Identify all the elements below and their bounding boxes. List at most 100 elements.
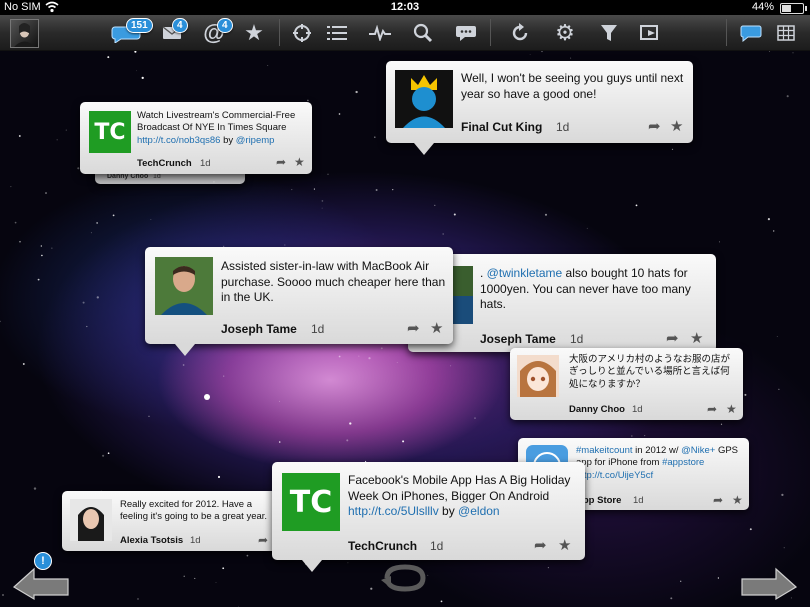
star bbox=[194, 577, 196, 579]
tweet-bubble-techcrunch-livestream[interactable]: TC Watch Livestream's Commercial-Free Br… bbox=[80, 102, 312, 174]
tweet-author: Joseph Tame bbox=[480, 332, 556, 346]
bubble-tail bbox=[175, 344, 195, 356]
tweet-mention[interactable]: @Nike+ bbox=[681, 445, 715, 456]
star bbox=[112, 214, 115, 217]
battery-percent: 44% bbox=[751, 1, 774, 13]
favorite-star-icon[interactable]: ★ bbox=[670, 117, 683, 135]
tweet-link[interactable]: http://t.co/UijeY5cf bbox=[576, 470, 653, 481]
nearby-button[interactable] bbox=[286, 15, 318, 50]
star bbox=[45, 192, 47, 194]
tweet-time: 1d bbox=[153, 173, 161, 180]
star bbox=[137, 598, 139, 600]
star bbox=[744, 393, 747, 396]
grid-view-icon bbox=[777, 24, 795, 41]
star bbox=[141, 76, 144, 80]
conversations-button[interactable] bbox=[450, 15, 482, 50]
favorite-star-icon[interactable]: ★ bbox=[430, 319, 443, 337]
alert-badge[interactable]: ! bbox=[34, 552, 52, 570]
tweet-hashtag[interactable]: #appstore bbox=[662, 457, 704, 468]
star bbox=[717, 577, 720, 579]
clock: 12:03 bbox=[390, 1, 420, 13]
retweet-icon[interactable]: ➦ bbox=[534, 536, 547, 554]
star bbox=[2, 594, 4, 596]
star bbox=[223, 375, 225, 377]
rotate-view-button[interactable] bbox=[379, 562, 431, 594]
retweet-icon[interactable]: ➦ bbox=[407, 319, 420, 337]
star bbox=[396, 362, 398, 363]
tweet-bubble-joseph-tame-2[interactable]: . @twinkletame also bought 10 hats for 1… bbox=[408, 254, 716, 352]
tweet-bubble-final-cut-king[interactable]: Well, I won't be seeing you guys until n… bbox=[386, 61, 693, 155]
retweet-icon[interactable]: ➦ bbox=[276, 155, 286, 169]
bubble-view-button[interactable] bbox=[735, 15, 767, 50]
star bbox=[670, 597, 673, 600]
star bbox=[37, 278, 40, 281]
star bbox=[529, 53, 531, 55]
tweet-time: 1d bbox=[200, 158, 211, 169]
tweet-text: Facebook's Mobile App Has A Big Holiday … bbox=[348, 473, 571, 519]
tweet-bubble-alexia-tsotsis[interactable]: Really excited for 2012. Have a feeling … bbox=[62, 491, 292, 551]
tweet-mention[interactable]: @eldon bbox=[458, 504, 500, 518]
older-arrow-button[interactable] bbox=[12, 565, 70, 601]
tweet-link[interactable]: http://t.co/nob3qs86 bbox=[137, 135, 220, 146]
search-icon bbox=[413, 23, 433, 42]
tweet-author: Danny Choo bbox=[107, 173, 149, 180]
star bbox=[51, 247, 53, 249]
compose-button[interactable] bbox=[635, 15, 667, 50]
profile-avatar[interactable] bbox=[10, 19, 39, 48]
search-button[interactable] bbox=[407, 15, 439, 50]
retweet-icon[interactable]: ➦ bbox=[258, 533, 268, 547]
activity-icon bbox=[369, 24, 391, 41]
tweet-text: 大阪のアメリカ村のようなお服の店が ぎっしりと並んでいる場所と言えば何処になりま… bbox=[569, 354, 731, 390]
tweet-bubble-joseph-tame-1[interactable]: Assisted sister-in-law with MacBook Air … bbox=[145, 247, 453, 356]
star bbox=[547, 567, 549, 569]
tweet-mention[interactable]: @ripemp bbox=[236, 135, 275, 146]
tweet-link[interactable]: http://t.co/5Ulslllv bbox=[348, 504, 439, 518]
retweet-icon[interactable]: ➦ bbox=[648, 117, 661, 135]
grid-view-button[interactable] bbox=[770, 15, 802, 50]
tweet-hashtag[interactable]: #makeitcount bbox=[576, 445, 633, 456]
activity-button[interactable] bbox=[364, 15, 396, 50]
star bbox=[680, 580, 682, 582]
tweet-bubble-techcrunch-facebook[interactable]: TC Facebook's Mobile App Has A Big Holid… bbox=[272, 462, 585, 572]
star bbox=[107, 452, 110, 455]
tweet-author: Danny Choo bbox=[569, 404, 625, 415]
toolbar-divider bbox=[279, 19, 280, 46]
star bbox=[718, 241, 721, 243]
star bbox=[10, 186, 12, 188]
tweet-time: 1d bbox=[633, 495, 644, 506]
star bbox=[671, 148, 674, 151]
favorites-icon: ★ bbox=[244, 19, 264, 45]
star bbox=[392, 188, 394, 191]
favorite-star-icon[interactable]: ★ bbox=[558, 536, 571, 554]
star bbox=[18, 135, 21, 137]
retweet-icon[interactable]: ➦ bbox=[713, 493, 723, 507]
favorites-button[interactable]: ★ bbox=[238, 15, 270, 50]
refresh-button[interactable] bbox=[504, 15, 536, 50]
toolbar-divider bbox=[490, 19, 491, 46]
star bbox=[150, 218, 152, 220]
star bbox=[284, 244, 286, 246]
star bbox=[96, 296, 99, 299]
favorite-star-icon[interactable]: ★ bbox=[732, 493, 743, 507]
favorite-star-icon[interactable]: ★ bbox=[294, 155, 305, 169]
tweet-author: Alexia Tsotsis bbox=[120, 535, 184, 546]
tweet-bubble-danny-choo[interactable]: 大阪のアメリカ村のようなお服の店が ぎっしりと並んでいる場所と言えば何処になりま… bbox=[510, 348, 743, 420]
tweet-mention[interactable]: @twinkletame bbox=[487, 266, 563, 280]
star bbox=[102, 454, 105, 457]
settings-button[interactable]: ⚙ bbox=[549, 15, 581, 50]
favorite-star-icon[interactable]: ★ bbox=[726, 402, 737, 416]
star bbox=[434, 204, 436, 207]
newer-arrow-button[interactable] bbox=[740, 565, 798, 601]
tweet-text: Watch Livestream's Commercial-Free Broad… bbox=[137, 110, 296, 146]
favorite-star-icon[interactable]: ★ bbox=[690, 329, 703, 347]
star bbox=[148, 415, 150, 417]
filter-button[interactable] bbox=[593, 15, 625, 50]
star bbox=[781, 493, 784, 497]
star bbox=[368, 357, 371, 360]
star bbox=[783, 547, 785, 549]
retweet-icon[interactable]: ➦ bbox=[707, 402, 717, 416]
lists-button[interactable] bbox=[321, 15, 353, 50]
star bbox=[215, 582, 217, 584]
retweet-icon[interactable]: ➦ bbox=[666, 329, 679, 347]
star bbox=[279, 400, 280, 402]
